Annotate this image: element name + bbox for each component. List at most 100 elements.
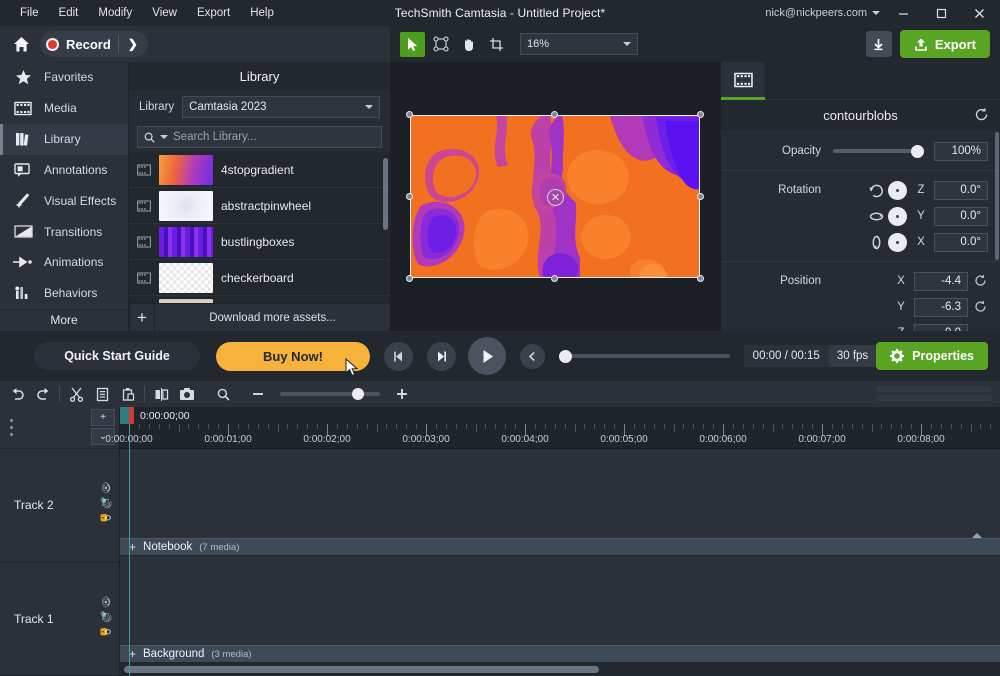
- position-y-value[interactable]: -6.3: [914, 298, 968, 317]
- search-input[interactable]: Search Library...: [137, 126, 382, 148]
- position-x-value[interactable]: -4.4: [914, 272, 968, 291]
- track-header-track-2[interactable]: Track 2 👁 🔊 🔒: [0, 449, 119, 563]
- resize-handle-middle-right[interactable]: [697, 193, 704, 200]
- properties-scrollbar[interactable]: [995, 132, 999, 260]
- menu-item-modify[interactable]: Modify: [88, 3, 142, 23]
- play-button[interactable]: [468, 337, 506, 375]
- list-item[interactable]: abstractpinwheel: [129, 188, 390, 224]
- position-z-value[interactable]: 0.0: [914, 324, 968, 332]
- zoom-level-select[interactable]: 16%: [520, 33, 638, 55]
- selected-media-stage[interactable]: ✕: [410, 115, 700, 278]
- preview-canvas[interactable]: ✕: [390, 62, 720, 331]
- sidebar-item-animations[interactable]: Animations: [0, 247, 128, 278]
- export-button[interactable]: Export: [900, 30, 990, 58]
- next-frame-button[interactable]: [427, 342, 456, 371]
- properties-body[interactable]: Opacity 100% Rotation Z 0.0°: [721, 130, 1000, 331]
- properties-button[interactable]: Properties: [876, 342, 988, 370]
- playhead-handle[interactable]: [120, 407, 129, 424]
- rotation-y-value[interactable]: 0.0°: [934, 207, 988, 226]
- home-icon[interactable]: [8, 31, 34, 57]
- sidebar-more-button[interactable]: More: [0, 309, 128, 331]
- clip-notebook[interactable]: + Notebook (7 media): [120, 538, 1000, 555]
- minimize-button[interactable]: [884, 0, 922, 26]
- resize-handle-bottom-right[interactable]: [697, 275, 704, 282]
- eye-icon[interactable]: 👁: [100, 482, 110, 495]
- expand-group-icon[interactable]: +: [129, 647, 136, 661]
- resize-handle-bottom-center[interactable]: [551, 275, 558, 282]
- record-button[interactable]: Record ❯: [40, 31, 148, 57]
- timeline-track-1[interactable]: + Background (3 media): [120, 556, 1000, 663]
- screenshot-button[interactable]: [174, 383, 200, 405]
- track-header-track-1[interactable]: Track 1 👁 🔊 🔒: [0, 563, 119, 676]
- speaker-icon[interactable]: 🔊: [100, 497, 110, 510]
- list-item[interactable]: 4stopgradient: [129, 152, 390, 188]
- tab-media-properties[interactable]: [721, 62, 765, 100]
- menu-item-view[interactable]: View: [142, 3, 187, 23]
- split-button[interactable]: [148, 383, 174, 405]
- expand-group-icon[interactable]: +: [129, 540, 136, 554]
- list-item[interactable]: bustlingboxes: [129, 224, 390, 260]
- sidebar-item-transitions[interactable]: Transitions: [0, 216, 128, 247]
- resize-handle-top-left[interactable]: [406, 111, 413, 118]
- fps-text[interactable]: 30 fps: [829, 345, 876, 367]
- paste-button[interactable]: [115, 383, 141, 405]
- cut-button[interactable]: [63, 383, 89, 405]
- download-assets-link[interactable]: Download more assets...: [155, 312, 390, 324]
- playhead[interactable]: 0:00:00;00: [120, 407, 190, 424]
- library-select[interactable]: Camtasia 2023: [182, 96, 380, 118]
- reset-all-icon[interactable]: [974, 107, 990, 123]
- quick-start-guide-button[interactable]: Quick Start Guide: [34, 342, 200, 370]
- menu-item-edit[interactable]: Edit: [49, 3, 89, 23]
- rotation-z-value[interactable]: 0.0°: [934, 181, 988, 200]
- eye-icon[interactable]: 👁: [100, 595, 110, 608]
- menu-item-file[interactable]: File: [10, 3, 49, 23]
- redo-button[interactable]: [30, 383, 56, 405]
- clip-background[interactable]: + Background (3 media): [120, 645, 1000, 662]
- sidebar-item-media[interactable]: Media: [0, 93, 128, 124]
- track-toggles[interactable]: 👁 🔊 🔒: [98, 597, 111, 637]
- zoom-to-fit-icon[interactable]: [210, 383, 236, 405]
- lock-icon[interactable]: 🔒: [100, 625, 110, 638]
- sidebar-item-library[interactable]: Library: [0, 124, 128, 155]
- menu-item-help[interactable]: Help: [240, 3, 284, 23]
- pointer-tool-button[interactable]: [400, 32, 425, 57]
- menu-item-export[interactable]: Export: [187, 3, 240, 23]
- undo-button[interactable]: [4, 383, 30, 405]
- copy-button[interactable]: [89, 383, 115, 405]
- buy-now-button[interactable]: Buy Now!: [216, 342, 370, 371]
- list-item[interactable]: checkerboard: [129, 260, 390, 296]
- playback-scrubber[interactable]: [559, 354, 730, 358]
- close-button[interactable]: [960, 0, 998, 26]
- account-menu[interactable]: nick@nickpeers.com: [761, 7, 884, 19]
- crop-tool-button[interactable]: [484, 32, 509, 57]
- previous-frame-button[interactable]: [384, 342, 413, 371]
- timeline-horizontal-scrollbar[interactable]: [120, 663, 1000, 676]
- chevron-down-icon[interactable]: [160, 135, 168, 139]
- slider-knob[interactable]: [352, 388, 364, 400]
- rotation-z-dial[interactable]: [888, 181, 907, 200]
- transform-tool-button[interactable]: [428, 32, 453, 57]
- zoom-in-button[interactable]: [389, 383, 415, 405]
- add-track-button[interactable]: +: [91, 409, 115, 426]
- library-scrollbar[interactable]: [383, 158, 388, 230]
- slider-knob[interactable]: [911, 145, 924, 158]
- hand-tool-button[interactable]: [456, 32, 481, 57]
- timeline-zoom-slider[interactable]: [280, 392, 380, 396]
- resize-handle-bottom-left[interactable]: [406, 275, 413, 282]
- center-rotate-handle-icon[interactable]: ✕: [547, 189, 564, 206]
- sidebar-item-behaviors[interactable]: Behaviors: [0, 278, 128, 309]
- scrubber-knob[interactable]: [559, 350, 572, 363]
- opacity-value[interactable]: 100%: [934, 142, 988, 161]
- timeline-track-2[interactable]: + Notebook (7 media): [120, 449, 1000, 556]
- sidebar-item-visual-effects[interactable]: Visual Effects: [0, 185, 128, 216]
- zoom-out-button[interactable]: [245, 383, 271, 405]
- rotation-x-value[interactable]: 0.0°: [934, 233, 988, 252]
- resize-handle-middle-left[interactable]: [406, 193, 413, 200]
- download-button[interactable]: [866, 31, 892, 57]
- reset-position-y-icon[interactable]: [974, 300, 988, 314]
- record-options-arrow-icon[interactable]: ❯: [126, 37, 144, 51]
- track-toggles[interactable]: 👁 🔊 🔒: [98, 483, 111, 523]
- sidebar-item-annotations[interactable]: Annotations: [0, 155, 128, 186]
- speaker-icon[interactable]: 🔊: [100, 610, 110, 623]
- rotation-y-dial[interactable]: [888, 207, 907, 226]
